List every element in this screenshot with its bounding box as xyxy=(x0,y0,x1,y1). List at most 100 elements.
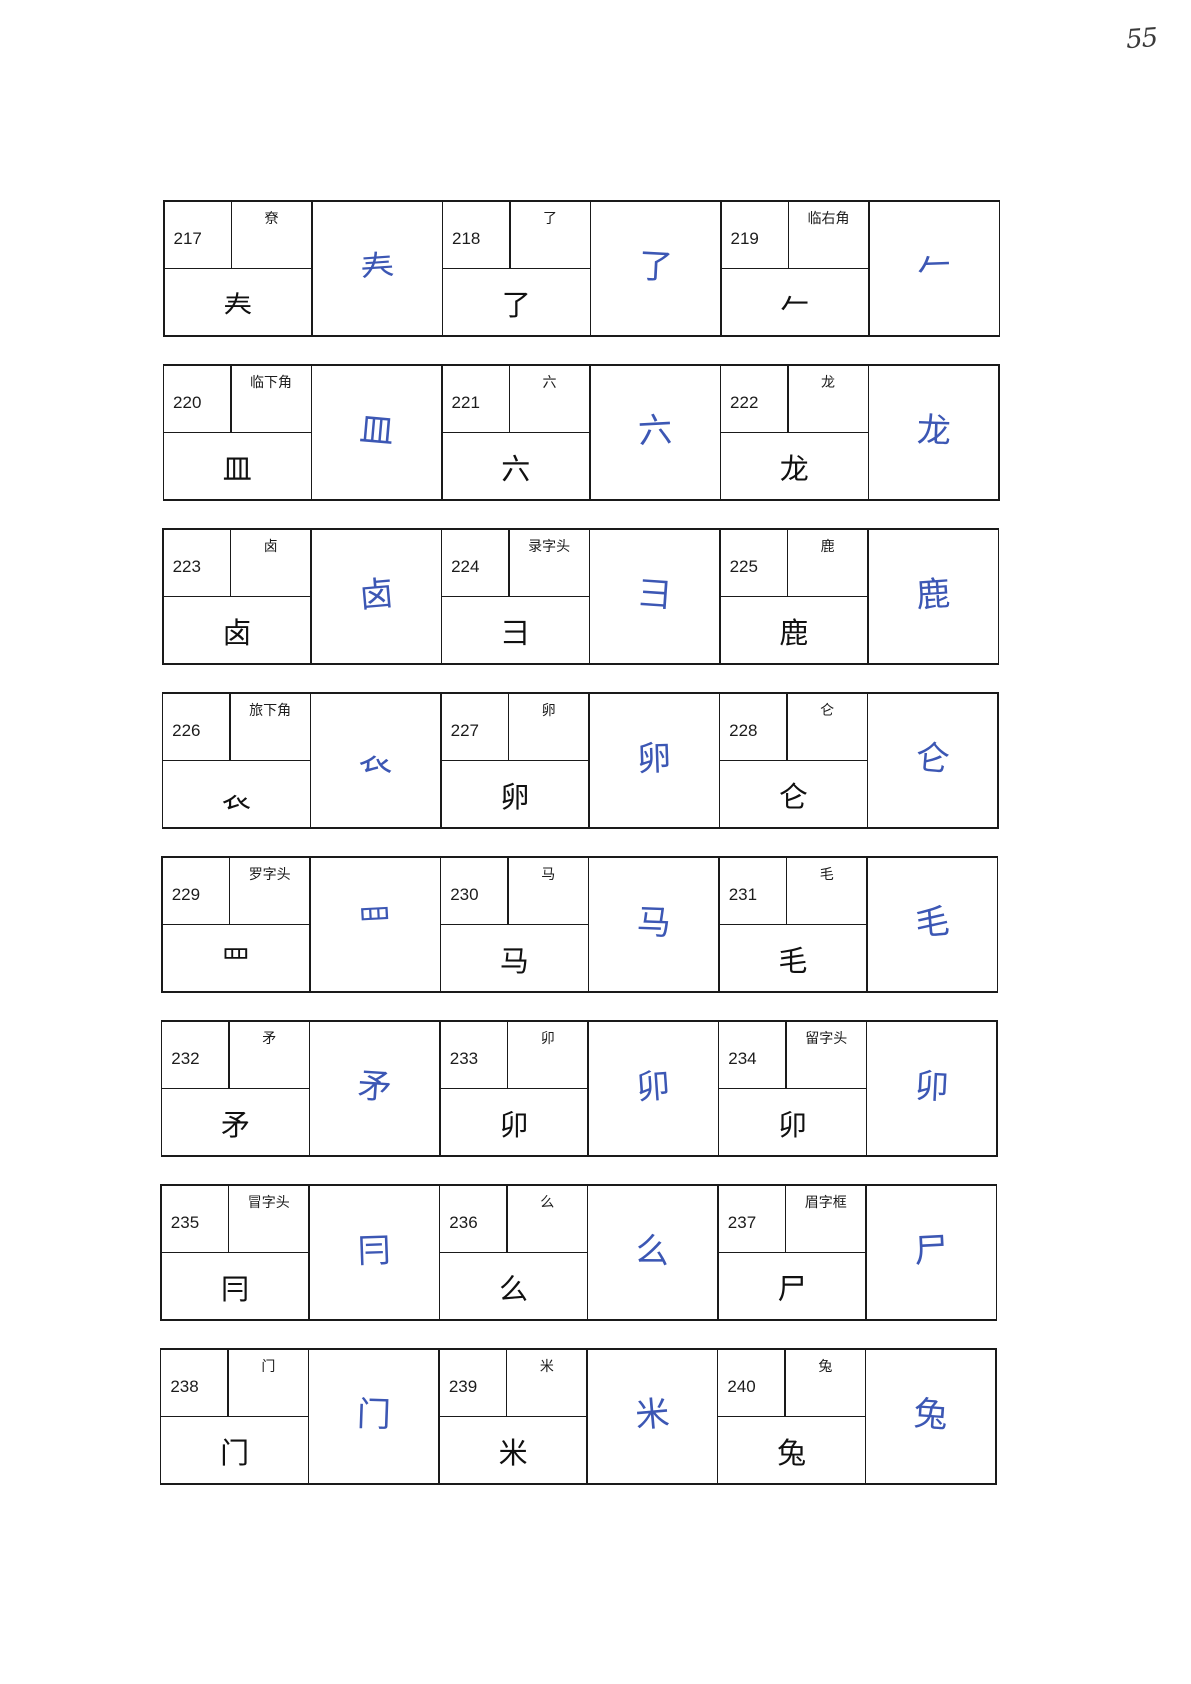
component-label: 么 xyxy=(507,1185,587,1252)
printed-glyph: 卯 xyxy=(719,1089,866,1155)
handwritten-glyph-cell: 毛 xyxy=(867,857,997,991)
printed-glyph: 彐 xyxy=(442,597,589,663)
handwritten-glyph-cell: 门 xyxy=(309,1349,439,1483)
handwritten-glyph-cell: 六 xyxy=(590,365,720,499)
handwritten-glyph-cell: 仑 xyxy=(868,693,998,827)
printed-glyph: 𡗗 xyxy=(164,269,311,335)
printed-glyph: 皿 xyxy=(164,433,311,499)
handwritten-glyph-cell: 卵 xyxy=(589,693,719,827)
printed-glyph: 么 xyxy=(440,1253,587,1319)
table-row: 229 罗字头罒罒 230 马马马 231 毛毛毛 xyxy=(161,856,999,993)
handwritten-glyph-cell: 卤 xyxy=(311,529,441,663)
handwritten-glyph-cell: 马 xyxy=(589,857,719,991)
entry-number: 238 xyxy=(161,1349,228,1416)
printed-glyph: 仑 xyxy=(720,761,867,827)
component-label: 卵 xyxy=(509,693,589,760)
printed-glyph: 卯 xyxy=(440,1089,588,1155)
printed-glyph: 门 xyxy=(161,1417,308,1483)
handwritten-glyph: 龙 xyxy=(915,410,952,452)
printed-glyph: 兔 xyxy=(718,1417,865,1483)
component-label: 门 xyxy=(228,1349,308,1416)
component-label: 尞 xyxy=(232,201,311,268)
printed-glyph: 罒 xyxy=(162,925,310,991)
table-row: 238 门门门 239 米米米 240 兔兔兔 xyxy=(159,1348,997,1485)
printed-glyph: 了 xyxy=(443,269,590,335)
entry-number: 236 xyxy=(440,1185,507,1252)
component-label: 录字头 xyxy=(509,529,589,596)
entry-number: 230 xyxy=(441,857,508,924)
printed-glyph: 鹿 xyxy=(720,597,868,663)
handwritten-glyph-cell: 𡗗 xyxy=(312,201,442,335)
entry-number: 217 xyxy=(164,201,231,268)
handwritten-glyph: 皿 xyxy=(357,409,395,453)
handwritten-glyph: 矛 xyxy=(356,1065,393,1108)
handwritten-glyph: 兔 xyxy=(912,1393,949,1436)
handwritten-glyph: 卤 xyxy=(357,573,396,617)
handwritten-glyph: 米 xyxy=(633,1393,672,1437)
handwritten-glyph-cell: 𠂉 xyxy=(869,201,999,335)
handwritten-glyph: 卯 xyxy=(913,1065,950,1108)
entry-number: 231 xyxy=(719,857,786,924)
handwritten-glyph: 么 xyxy=(633,1229,672,1273)
handwritten-glyph: 彐 xyxy=(635,573,673,616)
entry-number: 227 xyxy=(441,693,508,760)
printed-glyph: 矛 xyxy=(162,1089,309,1155)
printed-glyph: 冃 xyxy=(161,1253,309,1319)
handwritten-glyph-cell: 么 xyxy=(588,1185,718,1319)
printed-glyph: 𧘇 xyxy=(163,761,310,827)
entry-number: 219 xyxy=(721,201,788,268)
handwritten-glyph: 卵 xyxy=(636,738,672,780)
printed-glyph: 尸 xyxy=(718,1253,866,1319)
table-row: 220 临下角皿皿 221 六六六 222 龙龙龙 xyxy=(162,364,1000,501)
entry-number: 234 xyxy=(719,1021,786,1088)
handwritten-glyph: 𧘇 xyxy=(357,737,394,780)
handwritten-glyph-cell: 冃 xyxy=(309,1185,439,1319)
handwritten-glyph-cell: 了 xyxy=(591,201,720,335)
component-label: 眉字框 xyxy=(786,1185,866,1252)
component-label: 仑 xyxy=(787,693,867,760)
entry-number: 222 xyxy=(721,365,788,432)
entry-number: 237 xyxy=(718,1185,785,1252)
handwritten-glyph: 罒 xyxy=(357,901,394,944)
handwritten-glyph: 马 xyxy=(635,902,672,944)
printed-glyph: 米 xyxy=(439,1417,587,1483)
component-label: 矛 xyxy=(229,1021,309,1088)
component-label: 毛 xyxy=(787,857,867,924)
component-label: 了 xyxy=(510,201,590,268)
handwritten-glyph: 冃 xyxy=(356,1230,393,1272)
handwritten-glyph-cell: 𧘇 xyxy=(311,693,441,827)
entry-number: 229 xyxy=(162,857,229,924)
entry-number: 232 xyxy=(162,1021,229,1088)
component-label: 米 xyxy=(507,1349,587,1416)
printed-glyph: 𠂉 xyxy=(721,269,868,335)
handwritten-glyph: 门 xyxy=(356,1394,392,1436)
table-row: 217 尞 𡗗 𡗗 218 了了了 219 临右角 𠂉 𠂉 xyxy=(163,200,1000,337)
handwritten-glyph-cell: 卯 xyxy=(867,1021,997,1155)
handwritten-glyph: 仑 xyxy=(913,737,952,781)
entry-number: 218 xyxy=(443,201,509,268)
entry-number: 224 xyxy=(442,529,509,596)
component-label: 鹿 xyxy=(788,529,868,596)
printed-glyph: 卵 xyxy=(441,761,589,827)
printed-glyph: 六 xyxy=(442,433,590,499)
component-label: 六 xyxy=(510,365,590,432)
handwritten-glyph-cell: 罒 xyxy=(310,857,440,991)
page-number: 55 xyxy=(1124,22,1159,56)
handwritten-glyph-cell: 兔 xyxy=(866,1349,996,1483)
component-label: 卤 xyxy=(231,529,311,596)
handwritten-glyph: 六 xyxy=(637,409,674,452)
printed-glyph: 毛 xyxy=(719,925,867,991)
printed-glyph: 马 xyxy=(441,925,588,991)
printed-glyph: 龙 xyxy=(721,433,868,499)
handwritten-glyph: 𡗗 xyxy=(358,245,396,288)
handwritten-glyph-cell: 尸 xyxy=(866,1185,996,1319)
handwritten-glyph: 鹿 xyxy=(914,573,952,616)
table-row: 223 卤卤卤 224 录字头彐彐 225 鹿鹿鹿 xyxy=(162,528,1000,665)
entry-number: 239 xyxy=(439,1349,506,1416)
handwritten-glyph-cell: 米 xyxy=(587,1349,717,1483)
entry-number: 233 xyxy=(440,1021,507,1088)
entry-number: 220 xyxy=(164,365,231,432)
scanned-page: 55 217 尞 𡗗 𡗗 218 了了了 219 临右角 𠂉 𠂉 220 临下角皿皿 221 六六六 222… xyxy=(0,0,1191,1684)
component-label: 马 xyxy=(508,857,588,924)
component-label: 兔 xyxy=(785,1349,865,1416)
